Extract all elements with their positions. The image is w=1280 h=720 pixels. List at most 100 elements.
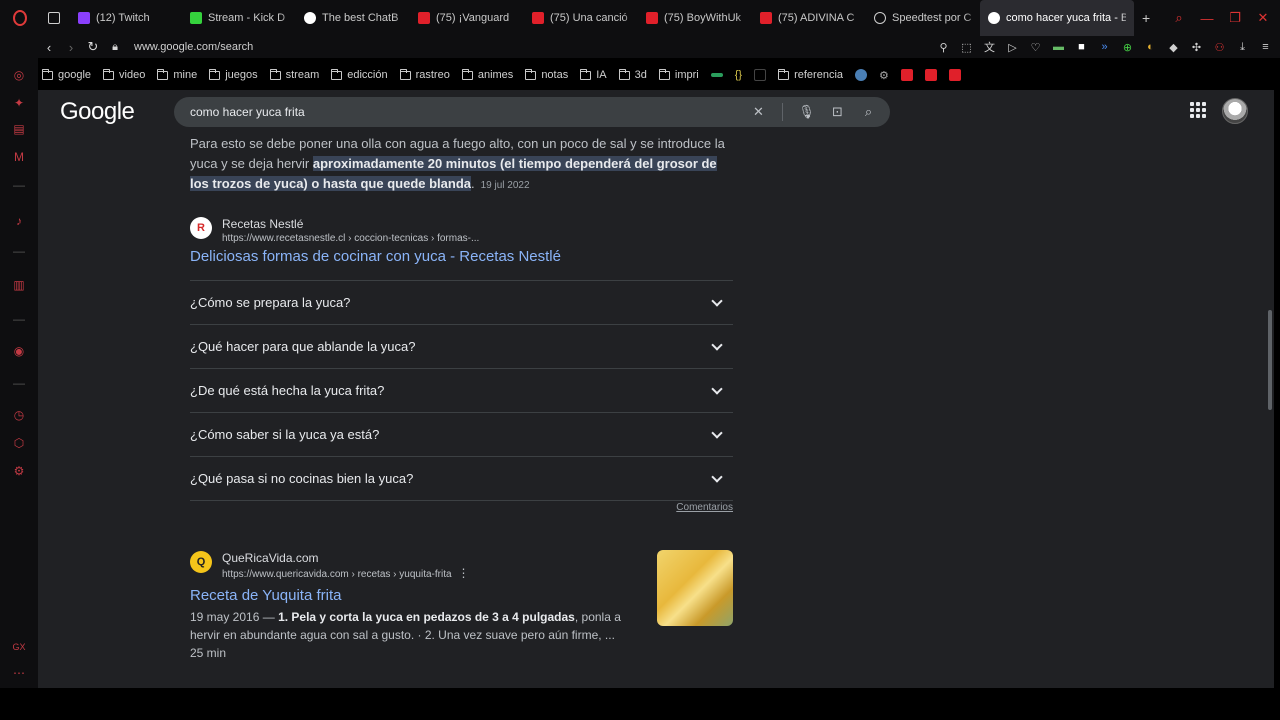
search-box[interactable]: como hacer yuca frita ✕ 🎙︎ ⊡ ⌕ xyxy=(174,97,890,127)
reload-icon[interactable]: ↻ xyxy=(82,36,104,58)
bookmark-folder-referencia[interactable]: referencia xyxy=(772,64,849,86)
search-tabs-icon[interactable]: ⌕ xyxy=(1172,10,1186,25)
menu-icon[interactable]: ≡ xyxy=(1259,41,1272,54)
puzzle-icon[interactable]: ✣ xyxy=(1190,41,1203,54)
clear-icon[interactable]: ✕ xyxy=(751,104,766,120)
bookmark-youtube-2[interactable] xyxy=(919,64,943,86)
source-quericavida[interactable]: Q QueRicaVida.com https://www.quericavid… xyxy=(190,551,470,582)
bookmark-folder-3[interactable]: juegos xyxy=(203,64,263,86)
tab-3[interactable]: (75) ¡Vanguard xyxy=(410,0,524,36)
more-icon[interactable]: ⋯ xyxy=(12,666,26,680)
minimize-icon[interactable]: — xyxy=(1200,11,1214,26)
forward-icon[interactable]: › xyxy=(60,36,82,58)
bookmark-folder-2[interactable]: mine xyxy=(151,64,203,86)
aria-icon[interactable]: ◎ xyxy=(12,68,26,82)
history-icon[interactable]: ◷ xyxy=(12,408,26,422)
settings-icon[interactable]: ⚙ xyxy=(12,464,26,478)
tab-6[interactable]: (75) ADIVINA C xyxy=(752,0,866,36)
tiktok-icon[interactable]: ♪ xyxy=(12,214,26,228)
gx-icon[interactable]: GX xyxy=(12,640,26,654)
tab-5[interactable]: (75) BoyWithUk xyxy=(638,0,752,36)
bookmark-folder-10[interactable]: 3d xyxy=(613,64,653,86)
wifi-extension-icon[interactable]: » xyxy=(1098,41,1111,54)
diamond-extension-icon[interactable]: ◆ xyxy=(1167,41,1180,54)
send-icon[interactable]: ▷ xyxy=(1006,41,1019,54)
search-icon[interactable]: ⌕ xyxy=(861,104,876,120)
bookmark-folder-6[interactable]: rastreo xyxy=(394,64,456,86)
tab-7[interactable]: Speedtest por C xyxy=(866,0,980,36)
faq-item[interactable]: ¿Qué hacer para que ablande la yuca? xyxy=(190,324,733,368)
chevron-down-icon[interactable] xyxy=(711,297,723,309)
back-icon[interactable]: ‹ xyxy=(38,36,60,58)
source-nestle[interactable]: R Recetas Nestlé https://www.recetasnest… xyxy=(190,217,479,246)
yuca-thumbnail-image[interactable] xyxy=(657,550,733,626)
bookmark-folder-7[interactable]: animes xyxy=(456,64,519,86)
ai-icon[interactable]: ✦ xyxy=(12,96,26,110)
google-logo[interactable]: Google xyxy=(60,98,135,126)
bookmark-icon-box[interactable] xyxy=(748,64,772,86)
tab-0[interactable]: (12) Twitch xyxy=(70,0,182,36)
google-apps-icon[interactable] xyxy=(1190,102,1206,118)
profile-icon[interactable]: ⚇ xyxy=(1213,41,1226,54)
faq-item[interactable]: ¿Qué pasa si no cocinas bien la yuca? xyxy=(190,456,733,500)
chevron-down-icon[interactable] xyxy=(711,341,723,353)
chevron-down-icon[interactable] xyxy=(711,429,723,441)
bookmark-folder-11[interactable]: impri xyxy=(653,64,705,86)
avatar[interactable] xyxy=(1222,98,1248,124)
feedback-link[interactable]: Comentarios xyxy=(676,502,733,513)
close-window-icon[interactable]: ✕ xyxy=(1256,10,1270,25)
extensions-sidebar-icon[interactable]: ⬡ xyxy=(12,436,26,450)
translate-icon[interactable]: 文 xyxy=(983,41,996,54)
tab-label: The best ChatB xyxy=(322,12,399,24)
lens-icon[interactable]: ⊡ xyxy=(830,104,845,120)
workspaces-button[interactable] xyxy=(40,0,70,36)
folder-icon xyxy=(778,68,790,80)
bookmark-icon-gear[interactable]: ⚙ xyxy=(873,64,895,86)
faq-item[interactable]: ¿Cómo se prepara la yuca? xyxy=(190,280,733,324)
result-title-quericavida[interactable]: Receta de Yuquita frita xyxy=(190,587,342,604)
extension-white-icon[interactable]: ■ xyxy=(1075,41,1088,54)
bookmark-folder-0[interactable]: google xyxy=(36,64,97,86)
bookmark-icon-code[interactable]: {} xyxy=(729,64,748,86)
tab-1[interactable]: Stream - Kick D xyxy=(182,0,296,36)
chevron-down-icon[interactable] xyxy=(711,385,723,397)
bookmark-icon-leaf[interactable] xyxy=(705,64,729,86)
bookmark-youtube-1[interactable] xyxy=(895,64,919,86)
gmail-icon[interactable]: M xyxy=(12,150,26,164)
bookmark-folder-9[interactable]: IA xyxy=(574,64,612,86)
color-extension-icon[interactable]: ◐ xyxy=(1144,41,1157,54)
url-field[interactable]: www.google.com/search xyxy=(134,41,253,53)
page-scrollbar[interactable] xyxy=(1268,310,1272,410)
faq-item[interactable]: ¿De qué está hecha la yuca frita? xyxy=(190,368,733,412)
bookmark-folder-4[interactable]: stream xyxy=(264,64,326,86)
faq-item[interactable]: ¿Cómo saber si la yuca ya está? xyxy=(190,412,733,456)
bookmark-youtube-3[interactable] xyxy=(943,64,967,86)
heart-icon[interactable]: ♡ xyxy=(1029,41,1042,54)
plus-extension-icon[interactable]: ⊕ xyxy=(1121,41,1134,54)
bookmark-folder-5[interactable]: edicción xyxy=(325,64,393,86)
maximize-icon[interactable]: ❐ xyxy=(1228,10,1242,25)
download-icon[interactable]: ⤓ xyxy=(1236,41,1249,54)
bookmark-folder-8[interactable]: notas xyxy=(519,64,574,86)
tab-2[interactable]: The best ChatB xyxy=(296,0,410,36)
lock-icon[interactable]: 🔒︎ xyxy=(104,36,126,58)
tab-8[interactable]: como hacer yuca frita - B xyxy=(980,0,1134,36)
tab-4[interactable]: (75) Una canció xyxy=(524,0,638,36)
pin-icon[interactable]: ⚲ xyxy=(937,41,950,54)
new-tab-button[interactable]: + xyxy=(1134,0,1158,36)
more-options-icon[interactable]: ⋮ xyxy=(458,566,470,580)
faq-question: ¿Cómo saber si la yuca ya está? xyxy=(190,427,380,442)
twitch-sidebar-icon[interactable]: ▥ xyxy=(12,278,26,292)
player-icon[interactable]: ◉ xyxy=(12,344,26,358)
pinboard-icon[interactable]: ▤ xyxy=(12,122,26,136)
bookmark-folder-1[interactable]: video xyxy=(97,64,151,86)
search-input[interactable]: como hacer yuca frita xyxy=(190,105,305,119)
result-title-nestle[interactable]: Deliciosas formas de cocinar con yuca - … xyxy=(190,248,561,265)
extension-icon[interactable]: ▬ xyxy=(1052,41,1065,54)
folder-icon xyxy=(525,68,537,80)
opera-logo-icon[interactable] xyxy=(0,0,40,36)
chevron-down-icon[interactable] xyxy=(711,473,723,485)
microphone-icon[interactable]: 🎙︎ xyxy=(798,104,815,120)
bookmark-steam[interactable] xyxy=(849,64,873,86)
snapshot-icon[interactable]: ⬚ xyxy=(960,41,973,54)
